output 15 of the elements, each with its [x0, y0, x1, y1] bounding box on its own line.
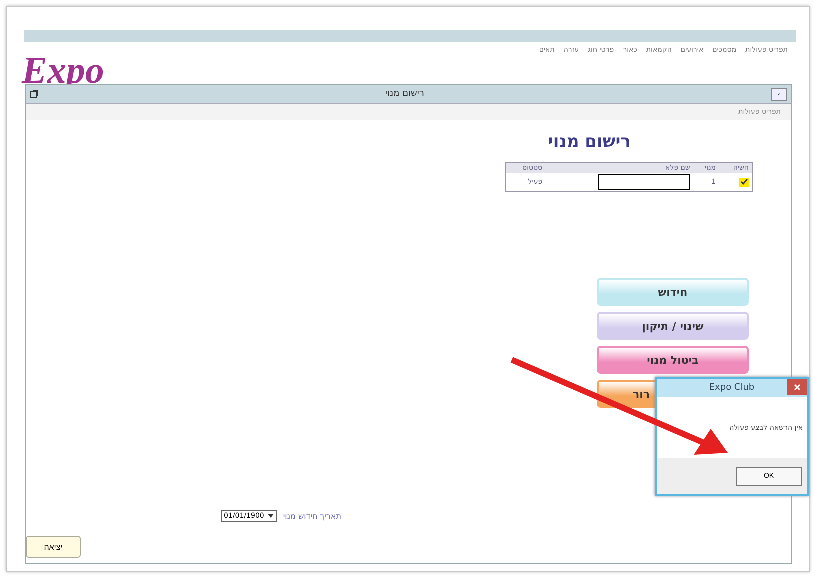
dialog-title: Expo Club: [709, 383, 755, 393]
window-title: רישום מנוי: [386, 89, 424, 99]
date-label: תאריך חידוש מנוי: [283, 512, 342, 520]
action-button[interactable]: חידוש: [597, 278, 749, 306]
caret-icon: [268, 513, 274, 519]
action-button[interactable]: ביטול מנוי: [597, 346, 749, 374]
close-icon: [794, 384, 800, 390]
row-checkbox[interactable]: [739, 178, 749, 186]
page-heading: רישום מנוי: [548, 132, 631, 152]
check-icon: [740, 178, 748, 184]
action-button[interactable]: שינוי / תיקון: [597, 312, 749, 340]
close-button[interactable]: [771, 88, 787, 100]
window-icon[interactable]: [30, 90, 39, 98]
close-button[interactable]: [787, 379, 807, 395]
exit-button[interactable]: יציאה: [26, 536, 81, 558]
